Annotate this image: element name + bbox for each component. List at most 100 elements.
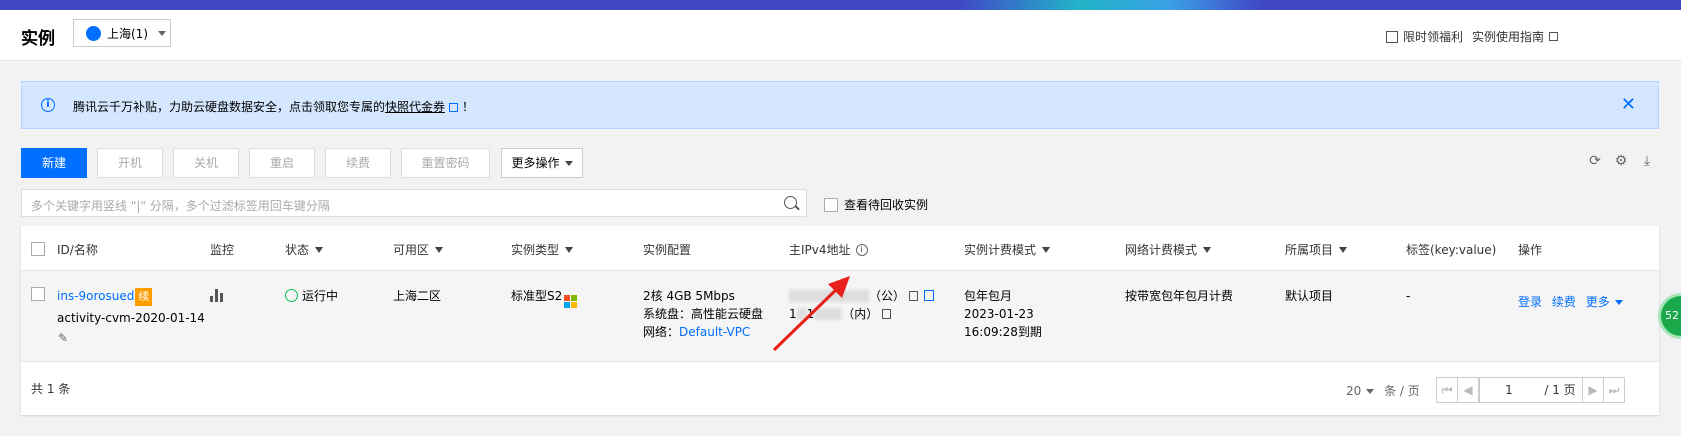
edit-icon[interactable]: ✎	[58, 329, 68, 347]
column-net-billing[interactable]: 网络计费模式	[1125, 241, 1212, 258]
copy-icon[interactable]	[909, 291, 919, 301]
guide-link[interactable]: 实例使用指南	[1472, 28, 1559, 45]
swap-ip-icon[interactable]	[924, 290, 935, 301]
type-cell: 标准型S2	[511, 287, 578, 308]
page-size-selector[interactable]: 20 条 / 页	[1346, 382, 1420, 399]
more-actions-label: 更多操作	[511, 156, 560, 170]
billing-line-1: 包年包月	[964, 289, 1013, 303]
select-all-checkbox[interactable]	[31, 242, 45, 256]
page-title: 实例	[21, 29, 55, 49]
column-type[interactable]: 实例类型	[511, 241, 574, 258]
filter-icon[interactable]	[315, 246, 324, 253]
column-project-label: 所属项目	[1285, 243, 1334, 257]
floating-bubble[interactable]: 52	[1661, 296, 1681, 336]
column-actions: 操作	[1518, 243, 1543, 257]
region-selector[interactable]: 上海(1)	[73, 19, 171, 47]
network-label: 网络：	[643, 325, 680, 339]
billing-line-3: 16:09:28到期	[964, 325, 1042, 339]
column-tags: 标签(key:value)	[1406, 243, 1497, 257]
zone-cell: 上海二区	[393, 289, 442, 303]
column-config: 实例配置	[643, 243, 692, 257]
column-ipv4-label: 主IPv4地址	[789, 243, 851, 257]
gift-icon	[1386, 30, 1398, 43]
next-page-button[interactable]: ▶	[1582, 377, 1604, 403]
download-icon[interactable]: ⤓	[1640, 154, 1654, 168]
login-action[interactable]: 登录	[1518, 295, 1542, 309]
filter-icon[interactable]	[1339, 246, 1348, 253]
gear-icon[interactable]: ⚙	[1614, 154, 1628, 168]
recycle-checkbox[interactable]	[824, 197, 838, 212]
renew-button[interactable]: 续费	[325, 148, 391, 178]
close-icon[interactable]: ✕	[1621, 94, 1636, 115]
windows-icon	[564, 295, 578, 308]
more-action[interactable]: 更多	[1586, 295, 1623, 309]
actions-cell: 登录 续费 更多	[1518, 293, 1623, 311]
recycle-label: 查看待回收实例	[844, 198, 929, 212]
info-icon[interactable]: i	[855, 243, 868, 256]
promo-link[interactable]: 限时领福利	[1386, 28, 1463, 45]
filter-icon[interactable]	[565, 246, 574, 253]
chevron-down-icon	[1366, 389, 1375, 394]
config-line-1: 2核 4GB 5Mbps	[643, 289, 735, 303]
column-id-name: ID/名称	[57, 243, 98, 257]
tags-cell: -	[1406, 289, 1411, 303]
public-ip-suffix: （公）	[869, 289, 906, 303]
filter-icon[interactable]	[1203, 246, 1212, 253]
banner-suffix: ！	[462, 100, 475, 114]
page-number-input[interactable]: 1	[1479, 377, 1539, 403]
stop-button[interactable]: 关机	[173, 148, 239, 178]
region-label: 上海(1)	[107, 26, 148, 41]
renew-badge[interactable]: 续	[135, 288, 153, 306]
first-page-button[interactable]: ⏮	[1436, 377, 1458, 403]
external-link-icon	[449, 103, 459, 112]
page-header: 实例 上海(1) 限时领福利 实例使用指南	[0, 10, 1681, 61]
table-footer: 共 1 条 20 条 / 页 ⏮ ◀ 1 / 1 页 ▶ ⏭	[21, 362, 1659, 415]
column-net-billing-label: 网络计费模式	[1125, 243, 1198, 257]
prev-page-button[interactable]: ◀	[1457, 377, 1479, 403]
total-pages-label: / 1 页	[1538, 377, 1583, 403]
recycle-filter[interactable]: 查看待回收实例	[824, 196, 928, 213]
column-billing[interactable]: 实例计费模式	[964, 241, 1051, 258]
copy-icon[interactable]	[882, 309, 892, 319]
instance-id-link[interactable]: ins-9orosued	[57, 289, 134, 303]
status-cell: 运行中	[285, 287, 338, 305]
column-status-label: 状态	[285, 243, 310, 257]
restart-button[interactable]: 重启	[249, 148, 315, 178]
type-text: 标准型S2	[511, 289, 563, 303]
table-header: ID/名称 监控 状态 可用区 实例类型 实例配置 主IPv4地址 i 实例计费模…	[21, 226, 1659, 271]
config-line-3: 网络：Default-VPC	[643, 323, 750, 341]
search-input[interactable]: 多个关键字用竖线 "|" 分隔，多个过滤标签用回车键分隔	[21, 189, 807, 217]
banner-message: 腾讯云千万补贴，力助云硬盘数据安全，点击领取您专属的	[73, 100, 386, 114]
instance-id-cell: ins-9orosued 续	[57, 287, 153, 306]
external-link-icon	[1549, 32, 1559, 41]
refresh-icon[interactable]: ⟳	[1588, 154, 1602, 168]
column-type-label: 实例类型	[511, 243, 560, 257]
status-text: 运行中	[302, 289, 339, 303]
guide-link-label: 实例使用指南	[1472, 30, 1545, 44]
vpc-link[interactable]: Default-VPC	[679, 325, 750, 339]
search-icon[interactable]	[784, 196, 797, 209]
net-billing-cell: 按带宽包年包月计费	[1125, 289, 1234, 303]
column-monitor: 监控	[210, 243, 235, 257]
row-checkbox[interactable]	[31, 287, 45, 301]
column-status[interactable]: 状态	[285, 241, 324, 258]
column-zone[interactable]: 可用区	[393, 241, 444, 258]
instance-name: activity-cvm-2020-01-14	[57, 311, 205, 325]
promo-link-label: 限时领福利	[1403, 30, 1464, 44]
more-actions-button[interactable]: 更多操作	[501, 148, 583, 178]
create-button[interactable]: 新建	[21, 148, 87, 178]
column-ipv4: 主IPv4地址 i	[789, 241, 868, 258]
snapshot-voucher-link[interactable]: 快照代金券	[385, 100, 445, 114]
column-project[interactable]: 所属项目	[1285, 241, 1348, 258]
start-button[interactable]: 开机	[97, 148, 163, 178]
per-page-label: 条 / 页	[1384, 384, 1420, 398]
renew-action[interactable]: 续费	[1552, 295, 1576, 309]
total-count: 共 1 条	[31, 382, 71, 396]
reset-password-button[interactable]: 重置密码	[401, 148, 490, 178]
filter-icon[interactable]	[435, 246, 444, 253]
config-line-2: 系统盘：高性能云硬盘	[643, 307, 764, 321]
notice-banner: i 腾讯云千万补贴，力助云硬盘数据安全，点击领取您专属的快照代金券 ！ ✕	[21, 81, 1659, 129]
monitor-icon[interactable]	[210, 289, 223, 307]
last-page-button[interactable]: ⏭	[1603, 377, 1625, 403]
filter-icon[interactable]	[1042, 246, 1051, 253]
